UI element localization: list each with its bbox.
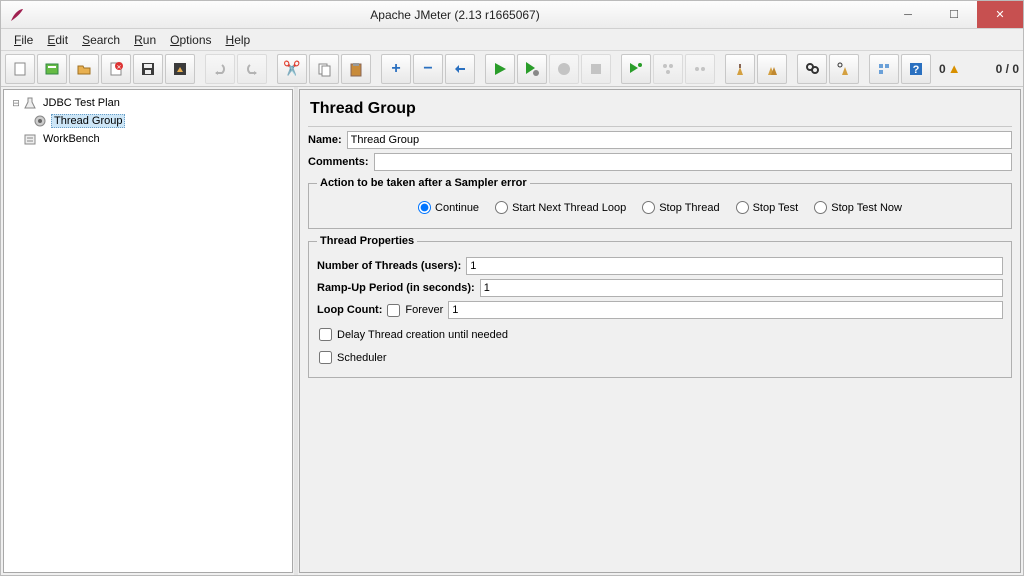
cut-button[interactable]: ✂️: [277, 54, 307, 84]
remote-start-all-button[interactable]: [653, 54, 683, 84]
copy-button[interactable]: [309, 54, 339, 84]
menu-file[interactable]: File: [7, 31, 40, 49]
warning-icon: ▲: [948, 61, 961, 76]
tree-node-thread-group[interactable]: Thread Group: [6, 112, 290, 130]
close-file-button[interactable]: ✕: [101, 54, 131, 84]
save-button[interactable]: [133, 54, 163, 84]
radio-stop-thread[interactable]: Stop Thread: [642, 201, 719, 214]
menu-bar: File Edit Search Run Options Help: [1, 29, 1023, 51]
thread-properties-group: Thread Properties Number of Threads (use…: [308, 235, 1012, 378]
thread-properties-legend: Thread Properties: [317, 235, 417, 247]
svg-text:?: ?: [913, 64, 920, 76]
app-feather-icon: [9, 7, 25, 23]
test-plan-tree[interactable]: ⊟ JDBC Test Plan Thread Group WorkBench: [3, 89, 293, 573]
templates-button[interactable]: [37, 54, 67, 84]
undo-button[interactable]: [205, 54, 235, 84]
start-button[interactable]: [485, 54, 515, 84]
num-threads-input[interactable]: [466, 257, 1003, 275]
thread-count: 0 / 0: [996, 62, 1019, 76]
num-threads-label: Number of Threads (users):: [317, 260, 461, 272]
forever-checkbox[interactable]: [387, 304, 400, 317]
scissors-icon: ✂️: [283, 60, 300, 77]
tree-node-test-plan[interactable]: ⊟ JDBC Test Plan: [6, 94, 290, 112]
toolbar: ✕ ✂️ + − ? 0 ▲ 0 / 0: [1, 51, 1023, 87]
thread-group-icon: [32, 113, 48, 129]
title-bar: Apache JMeter (2.13 r1665067) ─ ☐ ✕: [1, 1, 1023, 29]
expand-toggle-icon[interactable]: ⊟: [10, 98, 22, 109]
loop-count-label: Loop Count:: [317, 304, 382, 316]
splitter[interactable]: [294, 87, 298, 575]
menu-help[interactable]: Help: [219, 31, 258, 49]
menu-options[interactable]: Options: [163, 31, 218, 49]
rampup-label: Ramp-Up Period (in seconds):: [317, 282, 475, 294]
save-as-button[interactable]: [165, 54, 195, 84]
config-panel: Thread Group Name: Comments: Action to b…: [299, 89, 1021, 573]
sampler-error-legend: Action to be taken after a Sampler error: [317, 177, 530, 189]
remote-stop-button[interactable]: [685, 54, 715, 84]
remote-start-button[interactable]: [621, 54, 651, 84]
svg-text:✕: ✕: [116, 65, 121, 71]
expand-button[interactable]: +: [381, 54, 411, 84]
scheduler-label: Scheduler: [337, 352, 387, 364]
reset-search-button[interactable]: [829, 54, 859, 84]
radio-stop-test-now[interactable]: Stop Test Now: [814, 201, 902, 214]
error-count: 0: [939, 62, 946, 76]
forever-label: Forever: [405, 304, 443, 316]
sampler-error-group: Action to be taken after a Sampler error…: [308, 177, 1012, 229]
start-no-pauses-button[interactable]: [517, 54, 547, 84]
stop-button[interactable]: [549, 54, 579, 84]
delay-thread-label: Delay Thread creation until needed: [337, 329, 508, 341]
paste-button[interactable]: [341, 54, 371, 84]
clear-button[interactable]: [725, 54, 755, 84]
comments-label: Comments:: [308, 156, 369, 168]
maximize-button[interactable]: ☐: [931, 1, 977, 28]
menu-edit[interactable]: Edit: [40, 31, 75, 49]
workbench-icon: [22, 131, 38, 147]
collapse-button[interactable]: −: [413, 54, 443, 84]
toggle-button[interactable]: [445, 54, 475, 84]
open-button[interactable]: [69, 54, 99, 84]
window-title: Apache JMeter (2.13 r1665067): [25, 8, 885, 22]
name-label: Name:: [308, 134, 342, 146]
rampup-input[interactable]: [480, 279, 1003, 297]
loop-count-input[interactable]: [448, 301, 1003, 319]
shutdown-button[interactable]: [581, 54, 611, 84]
name-input[interactable]: [347, 131, 1012, 149]
panel-heading: Thread Group: [308, 96, 1012, 127]
new-button[interactable]: [5, 54, 35, 84]
comments-input[interactable]: [374, 153, 1012, 171]
menu-run[interactable]: Run: [127, 31, 163, 49]
scheduler-checkbox[interactable]: [319, 351, 332, 364]
beaker-icon: [22, 95, 38, 111]
radio-continue[interactable]: Continue: [418, 201, 479, 214]
close-button[interactable]: ✕: [977, 1, 1023, 28]
clear-all-button[interactable]: [757, 54, 787, 84]
radio-start-next-loop[interactable]: Start Next Thread Loop: [495, 201, 626, 214]
search-button[interactable]: [797, 54, 827, 84]
minimize-button[interactable]: ─: [885, 1, 931, 28]
tree-node-workbench[interactable]: WorkBench: [6, 130, 290, 148]
radio-stop-test[interactable]: Stop Test: [736, 201, 799, 214]
redo-button[interactable]: [237, 54, 267, 84]
delay-thread-checkbox[interactable]: [319, 328, 332, 341]
menu-search[interactable]: Search: [75, 31, 127, 49]
function-helper-button[interactable]: [869, 54, 899, 84]
help-button[interactable]: ?: [901, 54, 931, 84]
